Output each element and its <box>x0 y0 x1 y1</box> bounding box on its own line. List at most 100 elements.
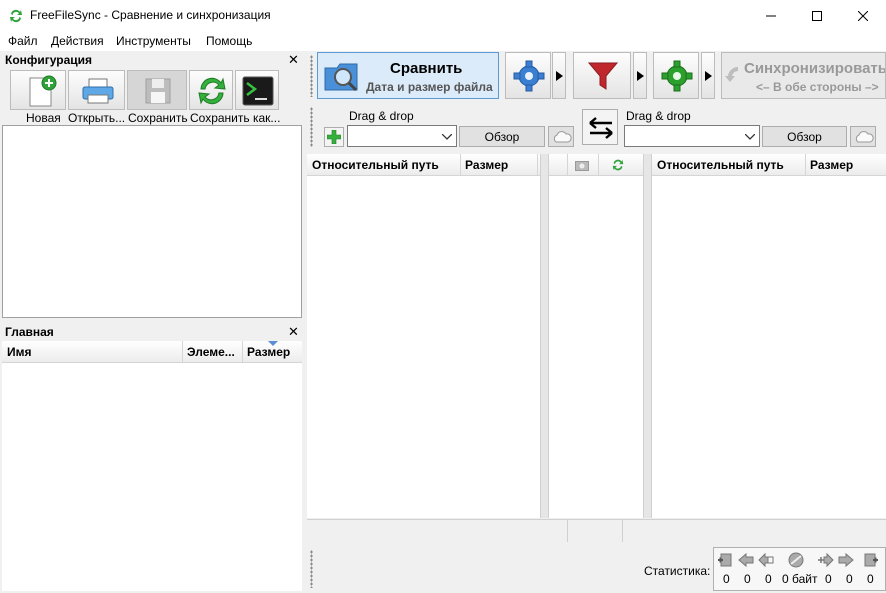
sync-options-dropdown[interactable] <box>701 52 715 99</box>
right-col-size[interactable]: Размер <box>810 158 853 172</box>
stat-update-left: 0 <box>744 572 751 586</box>
open-config-button[interactable] <box>68 70 125 110</box>
overview-col-name[interactable]: Имя <box>7 345 32 359</box>
stat-create-left: 0 <box>723 572 730 586</box>
left-grid-scrollbar[interactable] <box>540 154 548 518</box>
overview-panel-title: Главная <box>5 325 54 339</box>
delete-right-icon <box>818 552 834 568</box>
chevron-right-icon <box>705 71 712 81</box>
plus-green-icon <box>327 130 341 144</box>
right-cloud-button[interactable] <box>850 126 876 147</box>
toolbar-grip <box>310 55 313 97</box>
delete-left-icon <box>758 552 774 568</box>
statistics-grip <box>310 550 313 588</box>
data-volume-icon <box>788 552 804 568</box>
config-panel-header: Конфигурация ✕ <box>2 52 302 68</box>
menu-file[interactable]: Файл <box>8 34 38 48</box>
right-col-path[interactable]: Относительный путь <box>657 158 784 172</box>
gear-blue-icon <box>513 60 545 92</box>
middle-grid-header <box>549 154 644 176</box>
update-left-icon <box>738 552 754 568</box>
title-bar: FreeFileSync - Сравнение и синхронизация <box>0 0 886 31</box>
freefilesync-app-icon <box>10 9 22 23</box>
statistics-label: Статистика: <box>644 564 711 578</box>
config-list[interactable] <box>2 125 302 318</box>
chevron-down-icon <box>442 134 452 140</box>
add-folder-pair-button[interactable] <box>324 127 344 147</box>
overview-panel-header: Главная ✕ <box>2 324 302 340</box>
maximize-icon <box>812 10 822 21</box>
stat-update-right: 0 <box>846 572 853 586</box>
sync-direction-icon[interactable] <box>611 158 625 172</box>
close-window-button[interactable] <box>840 0 886 31</box>
config-panel-title: Конфигурация <box>5 53 93 67</box>
menu-tools[interactable]: Инструменты <box>116 34 191 48</box>
menu-bar: Файл Действия Инструменты Помощь <box>0 31 886 51</box>
right-browse-button[interactable]: Обзор <box>762 126 847 147</box>
overview-col-size[interactable]: Размер <box>247 345 290 359</box>
left-cloud-button[interactable] <box>548 126 574 147</box>
compare-magnifier-icon <box>324 63 358 92</box>
synchronize-button[interactable]: Синхронизировать <– В обе стороны –> <box>721 52 886 99</box>
menu-actions[interactable]: Действия <box>51 34 104 48</box>
right-grid-header: Относительный путь Размер <box>652 154 886 176</box>
new-document-icon <box>29 75 57 107</box>
left-folder-combo[interactable] <box>347 125 457 147</box>
chevron-right-icon <box>556 71 563 81</box>
right-file-grid[interactable]: Относительный путь Размер <box>651 154 886 518</box>
folder-bar-grip <box>310 107 313 147</box>
gear-green-icon <box>661 60 693 92</box>
middle-grid-scrollbar[interactable] <box>643 154 651 518</box>
new-config-button[interactable] <box>10 70 66 110</box>
cloud-icon <box>855 131 874 143</box>
compare-button[interactable]: Сравнить Дата и размер файла <box>317 52 499 99</box>
chevron-right-icon <box>637 71 644 81</box>
overview-header: Имя Элеме... Размер <box>2 341 302 363</box>
filter-button[interactable] <box>573 52 631 99</box>
save-config-label: Сохранить <box>128 111 188 125</box>
right-folder-combo[interactable] <box>624 125 760 147</box>
left-col-size[interactable]: Размер <box>465 158 508 172</box>
window-title: FreeFileSync - Сравнение и синхронизация <box>30 8 271 22</box>
minimize-button[interactable] <box>748 0 794 31</box>
synchronize-title: Синхронизировать <box>744 60 886 77</box>
filter-options-dropdown[interactable] <box>633 52 647 99</box>
create-right-icon <box>864 553 878 567</box>
left-col-path[interactable]: Относительный путь <box>312 158 439 172</box>
stat-delete-right: 0 <box>825 572 832 586</box>
statistics-panel: 0 0 0 0 байт 0 0 0 <box>713 547 886 591</box>
compare-subtitle: Дата и размер файла <box>366 80 493 94</box>
swap-sides-button[interactable] <box>582 109 618 145</box>
sync-disabled-icon <box>725 66 738 82</box>
left-drag-drop-label: Drag & drop <box>349 109 414 123</box>
swap-arrows-icon <box>589 117 613 139</box>
save-disk-icon <box>145 78 171 104</box>
funnel-filter-icon <box>587 62 619 90</box>
stat-data-volume: 0 байт <box>782 572 818 586</box>
maximize-button[interactable] <box>794 0 840 31</box>
save-as-config-button[interactable] <box>189 70 233 110</box>
batch-job-button[interactable] <box>235 70 279 110</box>
menu-help[interactable]: Помощь <box>206 34 252 48</box>
compare-options-dropdown[interactable] <box>552 52 566 99</box>
compare-settings-button[interactable] <box>505 52 551 99</box>
right-drag-drop-label: Drag & drop <box>626 109 691 123</box>
update-right-icon <box>838 552 854 568</box>
sync-settings-button[interactable] <box>653 52 699 99</box>
overview-panel-close-icon[interactable]: ✕ <box>288 324 299 340</box>
synchronize-subtitle: <– В обе стороны –> <box>756 80 879 94</box>
stat-create-right: 0 <box>867 572 874 586</box>
left-browse-button[interactable]: Обзор <box>459 126 545 147</box>
middle-action-grid[interactable] <box>548 154 644 518</box>
stat-delete-left: 0 <box>765 572 772 586</box>
camera-icon[interactable] <box>575 159 589 171</box>
left-file-grid[interactable]: Относительный путь Размер <box>307 154 540 518</box>
save-as-config-label: Сохранить как... <box>190 111 281 125</box>
save-config-button[interactable] <box>127 70 187 110</box>
chevron-down-icon <box>745 134 755 140</box>
overview-list[interactable] <box>2 363 302 591</box>
close-icon <box>858 10 868 21</box>
overview-col-items[interactable]: Элеме... <box>187 345 235 359</box>
config-panel-close-icon[interactable]: ✕ <box>288 52 299 68</box>
cloud-icon <box>553 131 572 143</box>
